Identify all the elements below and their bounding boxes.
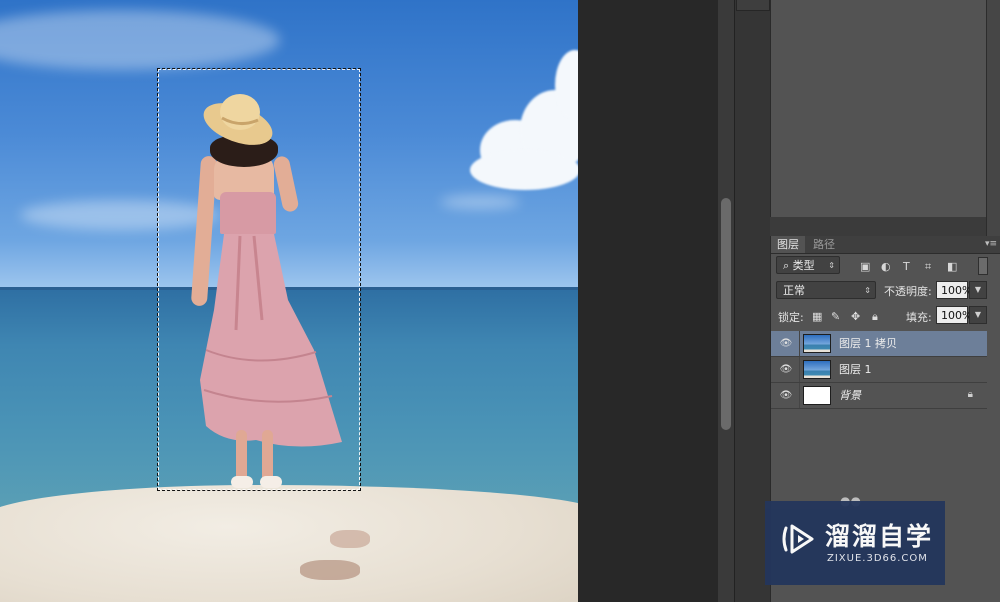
panel-separator[interactable] xyxy=(770,217,1000,236)
layer-lock-icon: 🔒︎ xyxy=(967,389,973,400)
upper-panel xyxy=(770,0,987,236)
watermark-title: 溜溜自学 xyxy=(825,522,934,551)
watermark-url: ZIXUE.3D66.COM xyxy=(827,553,928,564)
visibility-eye-icon[interactable]: 👁︎ xyxy=(779,389,793,403)
layer-name[interactable]: 图层 1 拷贝 xyxy=(839,331,897,356)
lock-label: 锁定: xyxy=(778,311,804,324)
layer-row[interactable]: 👁︎ 图层 1 拷贝 xyxy=(771,331,987,357)
lock-position-icon[interactable]: ✥ xyxy=(851,310,860,323)
lock-pixels-icon[interactable]: ✎ xyxy=(831,310,840,323)
layer-row[interactable]: 👁︎ 背景 🔒︎ xyxy=(771,383,987,409)
opacity-label: 不透明度: xyxy=(884,285,932,298)
pasteboard xyxy=(578,0,718,602)
divider xyxy=(799,331,800,356)
blend-mode-value: 正常 xyxy=(783,284,805,297)
layer-filter-kind[interactable]: ⌕ 类型 ⇕ xyxy=(776,256,840,274)
shape-filter-icon[interactable]: ⌗ xyxy=(925,260,931,274)
fill-label: 填充: xyxy=(906,311,932,324)
divider xyxy=(799,357,800,382)
watermark-logo: 溜溜自学 ZIXUE.3D66.COM xyxy=(765,501,945,585)
marquee-selection[interactable] xyxy=(157,68,361,491)
chevron-updown-icon: ⇕ xyxy=(828,261,835,270)
image-filter-icon[interactable]: ▣ xyxy=(860,260,870,273)
tab-paths[interactable]: 路径 xyxy=(807,236,841,253)
play-logo-icon xyxy=(782,524,814,554)
fill-input[interactable]: 100% xyxy=(936,306,972,324)
filter-kind-label: 类型 xyxy=(792,259,815,272)
sand-dune xyxy=(0,485,578,602)
lock-all-icon[interactable]: 🔒︎ xyxy=(872,310,878,324)
document-canvas[interactable] xyxy=(0,0,578,602)
smart-object-filter-icon[interactable]: ◧ xyxy=(947,260,957,273)
sand-rock xyxy=(300,560,360,580)
visibility-eye-icon[interactable]: 👁︎ xyxy=(779,363,793,377)
adjustment-filter-icon[interactable]: ◐ xyxy=(881,260,891,273)
blend-mode-select[interactable]: 正常 ⇕ xyxy=(776,281,876,299)
panel-tabs: 图层 路径 ▾≡ xyxy=(771,236,1000,254)
opacity-dropdown-icon[interactable]: ▼ xyxy=(969,281,987,299)
chevron-updown-icon: ⇕ xyxy=(864,286,871,295)
sky-haze xyxy=(440,195,520,209)
search-icon: ⌕ xyxy=(783,259,790,272)
cloud xyxy=(470,150,578,190)
filter-toggle[interactable] xyxy=(978,257,988,275)
lock-transparent-icon[interactable]: ▦ xyxy=(812,310,822,323)
sand-rock xyxy=(330,530,370,548)
type-filter-icon[interactable]: T xyxy=(903,260,910,273)
opacity-input[interactable]: 100% xyxy=(936,281,972,299)
layer-name[interactable]: 背景 xyxy=(839,383,861,408)
layer-thumbnail xyxy=(803,386,831,405)
scrollbar-thumb[interactable] xyxy=(721,198,731,430)
fill-dropdown-icon[interactable]: ▼ xyxy=(969,306,987,324)
sky-haze xyxy=(0,10,280,70)
tab-layers[interactable]: 图层 xyxy=(771,236,805,253)
visibility-eye-icon[interactable]: 👁︎ xyxy=(779,337,793,351)
panel-menu-icon[interactable]: ▾≡ xyxy=(985,239,997,249)
dock-collapse-button[interactable] xyxy=(736,0,770,11)
layer-name[interactable]: 图层 1 xyxy=(839,357,872,382)
divider xyxy=(799,383,800,408)
layer-thumbnail xyxy=(803,360,831,379)
layer-row[interactable]: 👁︎ 图层 1 xyxy=(771,357,987,383)
layer-thumbnail xyxy=(803,334,831,353)
